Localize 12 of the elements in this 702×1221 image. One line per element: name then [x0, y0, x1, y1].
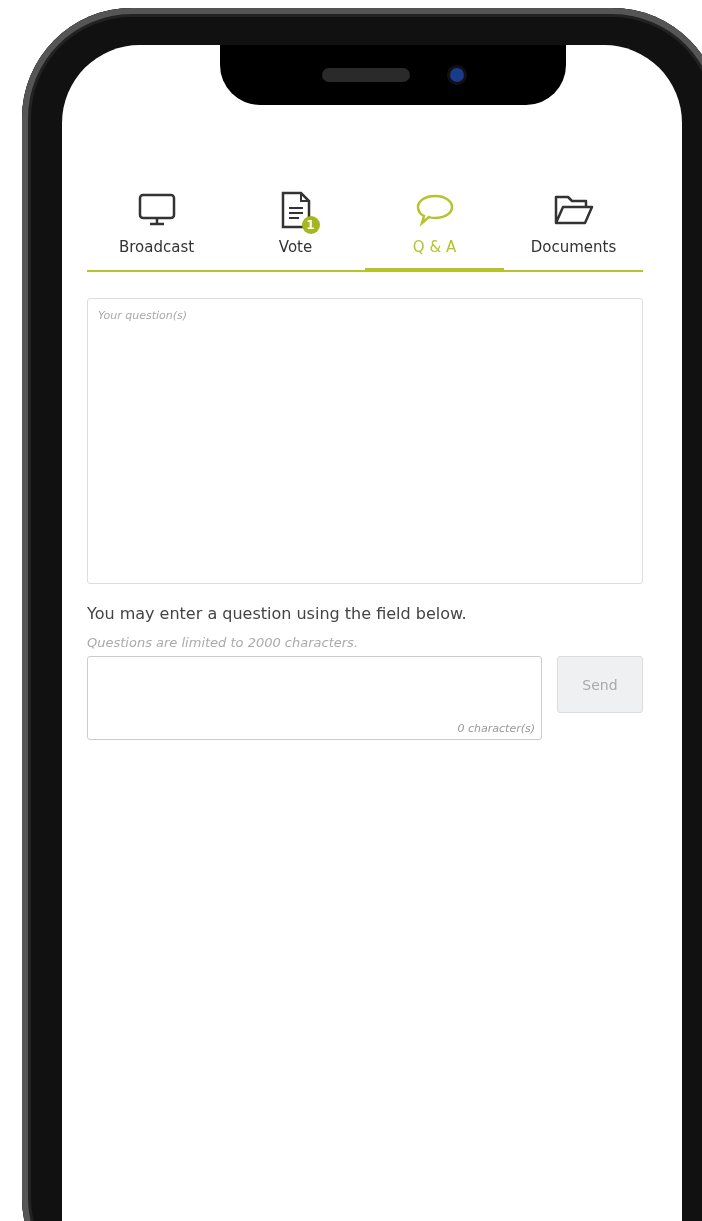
tab[interactable]: Documents [504, 182, 643, 272]
speech-bubble-icon [414, 193, 455, 227]
character-limit-hint: Questions are limited to 2000 characters. [87, 635, 360, 650]
character-counter: 0 character(s) [457, 722, 535, 735]
folder-icon [552, 193, 595, 227]
monitor-icon [137, 193, 176, 227]
tab[interactable]: Broadcast [87, 182, 226, 272]
document-icon [279, 191, 312, 229]
tab[interactable]: 1 Vote [226, 182, 365, 272]
notification-badge: 1 [301, 216, 320, 234]
questions-field[interactable]: Your question(s) [87, 298, 643, 584]
instruction-text: You may enter a question using the field below. [87, 604, 468, 623]
